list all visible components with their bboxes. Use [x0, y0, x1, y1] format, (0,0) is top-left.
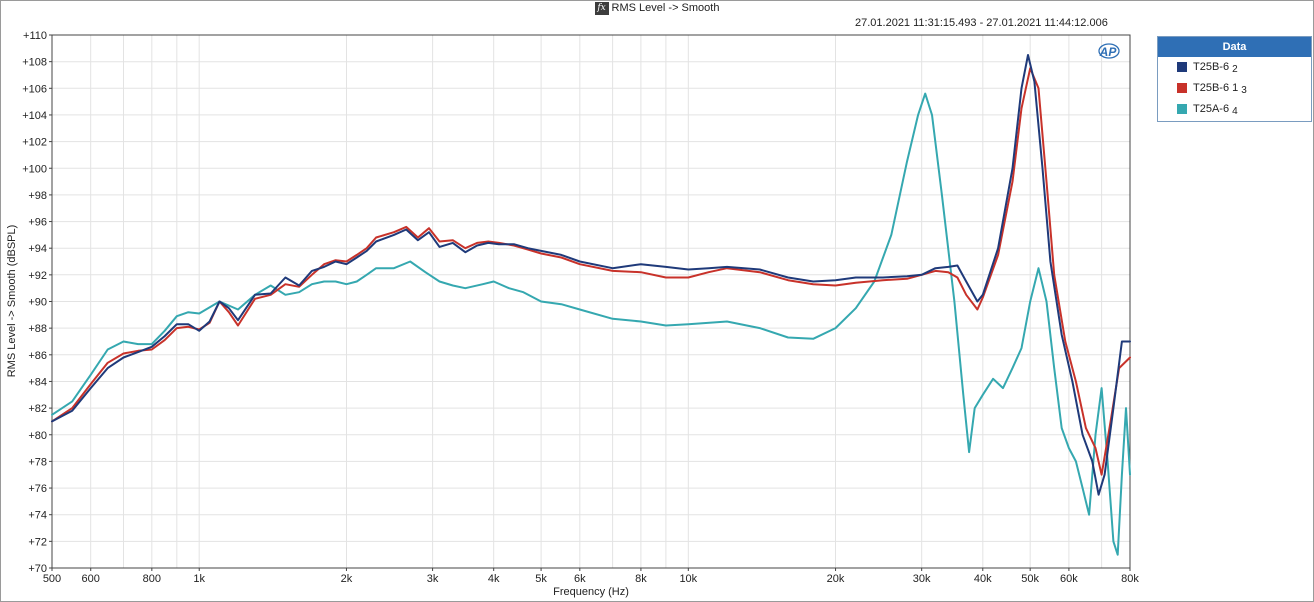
y-tick-label: +90 [28, 297, 47, 309]
x-tick-label: 80k [1121, 573, 1139, 585]
x-tick-label: 50k [1021, 573, 1039, 585]
y-tick-label: +110 [23, 30, 47, 42]
x-tick-label: 800 [143, 573, 161, 585]
legend-label-wrap: T25A-6 4 [1193, 99, 1238, 120]
legend-label: T25A-6 [1193, 103, 1230, 115]
legend-label: T25B-6 1 [1193, 82, 1239, 94]
x-axis-label: Frequency (Hz) [553, 586, 629, 598]
y-axis-label: RMS Level -> Smooth (dBSPL) [6, 225, 18, 378]
x-tick-label: 60k [1060, 573, 1078, 585]
legend-swatch [1177, 62, 1187, 72]
ap-logo-icon: AP [1098, 43, 1120, 59]
x-tick-label: 30k [913, 573, 931, 585]
chart: 500 600 800 1k 2k 3k 4k 5k 6k 8k 10k 20k 30k 40k 50k 60… [6, 30, 1139, 598]
x-tick-label: 6k [574, 573, 586, 585]
x-tick-label: 8k [635, 573, 647, 585]
x-tick-label: 1k [193, 573, 205, 585]
ap-logo-text: AP [1099, 45, 1118, 59]
legend-title: Data [1158, 37, 1311, 57]
y-tick-label: +104 [22, 110, 47, 122]
x-tick-label: 600 [82, 573, 100, 585]
legend-item-t25b-6[interactable]: T25B-6 2 [1158, 57, 1311, 78]
legend-sub: 2 [1232, 64, 1238, 75]
y-tick-label: +88 [28, 323, 47, 335]
y-tick-label: +80 [28, 430, 47, 442]
legend-item-t25b-6-1[interactable]: T25B-6 13 [1158, 78, 1311, 99]
legend-sub: 4 [1232, 106, 1238, 117]
y-axis-ticks: +70 +72 +74 +76 +78 +80 +82 +84 +86 +88 +90 +92 +94 +… [22, 30, 52, 575]
legend-label: T25B-6 [1193, 61, 1230, 73]
y-tick-label: +74 [28, 510, 47, 522]
y-tick-label: +92 [28, 270, 47, 282]
legend-item-t25a-6[interactable]: T25A-6 4 [1158, 99, 1311, 120]
x-axis-ticks: 500 600 800 1k 2k 3k 4k 5k 6k 8k 10k 20k 30k 40k 50k 60… [43, 568, 1139, 585]
y-tick-label: +98 [28, 190, 47, 202]
y-tick-label: +86 [28, 350, 47, 362]
legend: Data T25B-6 2 T25B-6 13 T25A-6 4 [1157, 36, 1312, 122]
x-tick-label: 20k [827, 573, 845, 585]
y-tick-label: +72 [28, 536, 47, 548]
x-tick-label: 10k [679, 573, 697, 585]
x-tick-label: 3k [427, 573, 439, 585]
y-tick-label: +102 [22, 137, 47, 149]
x-tick-label: 5k [535, 573, 547, 585]
y-tick-label: +96 [28, 217, 47, 229]
y-tick-label: +108 [22, 57, 47, 69]
legend-swatch [1177, 83, 1187, 93]
y-tick-label: +70 [28, 563, 47, 575]
x-tick-label: 40k [974, 573, 992, 585]
y-tick-label: +106 [22, 83, 47, 95]
y-tick-label: +84 [28, 376, 47, 388]
legend-label-wrap: T25B-6 2 [1193, 57, 1238, 78]
y-tick-label: +76 [28, 483, 47, 495]
legend-sub: 3 [1241, 85, 1247, 96]
legend-swatch [1177, 104, 1187, 114]
legend-label-wrap: T25B-6 13 [1193, 78, 1247, 99]
grid-horizontal [52, 34, 1130, 569]
x-tick-label: 4k [488, 573, 500, 585]
y-tick-label: +100 [22, 163, 47, 175]
y-tick-label: +82 [28, 403, 47, 415]
y-tick-label: +78 [28, 456, 47, 468]
y-tick-label: +94 [28, 243, 47, 255]
x-tick-label: 2k [341, 573, 353, 585]
